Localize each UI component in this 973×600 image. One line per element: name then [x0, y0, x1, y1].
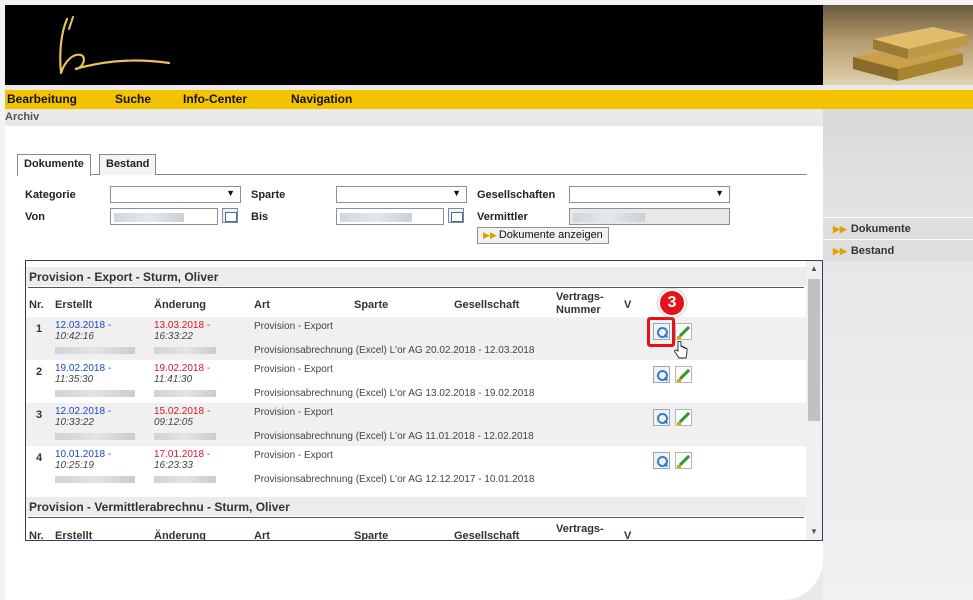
tab-dokumente[interactable]: Dokumente	[17, 154, 91, 176]
edit-document-icon[interactable]	[675, 452, 692, 469]
col-nr: Nr.	[29, 530, 44, 541]
col-aenderung: Änderung	[154, 299, 206, 311]
chevron-down-icon: ▼	[226, 188, 235, 198]
highlight-frame	[647, 317, 675, 347]
menu-info-center[interactable]: Info-Center	[183, 92, 247, 106]
bis-label: Bis	[251, 211, 269, 223]
gesellschaften-select[interactable]: ▼	[569, 186, 730, 203]
col-vertrag-2: Nummer	[556, 304, 601, 316]
scroll-down-icon[interactable]: ▼	[806, 524, 822, 540]
menu-bar: Bearbeitung Suche Info-Center Navigation	[5, 90, 973, 109]
col-nr: Nr.	[29, 299, 44, 311]
step-badge: 3	[658, 289, 686, 317]
edit-document-icon[interactable]	[675, 409, 692, 426]
breadcrumb: Archiv	[5, 111, 40, 123]
menu-navigation[interactable]: Navigation	[291, 92, 352, 106]
table-row: 1 12.03.2018 -10:42:16 13.03.2018 -16:33…	[26, 289, 806, 360]
section-header: Provision - Export - Sturm, Oliver	[26, 267, 806, 287]
document-list[interactable]: Provision - Export - Sturm, Oliver Nr. E…	[25, 260, 823, 541]
col-sparte: Sparte	[354, 530, 389, 541]
right-panel	[823, 109, 973, 600]
side-navigation: ▶▶ Dokumente ▶▶ Bestand	[823, 217, 973, 261]
vermittler-field	[569, 208, 730, 225]
col-art: Art	[254, 299, 270, 311]
scroll-up-icon[interactable]: ▲	[806, 261, 822, 277]
table-row: 3 12.02.2018 -10:33:22 15.02.2018 -09:12…	[26, 403, 806, 446]
view-document-icon[interactable]	[653, 366, 670, 383]
vermittler-label: Vermittler	[477, 211, 528, 223]
double-arrow-icon: ▶▶	[833, 224, 847, 234]
view-document-icon[interactable]	[653, 409, 670, 426]
scroll-thumb[interactable]	[808, 279, 820, 421]
view-document-icon[interactable]	[653, 452, 670, 469]
col-erstellt: Erstellt	[55, 530, 93, 541]
calendar-icon[interactable]	[222, 208, 238, 223]
sparte-select[interactable]: ▼	[336, 186, 467, 203]
calendar-icon[interactable]	[448, 208, 464, 223]
gold-bars-image	[823, 5, 973, 85]
col-erstellt: Erstellt	[55, 299, 93, 311]
table-row: 2 19.02.2018 -11:35:30 19.02.2018 -11:41…	[26, 360, 806, 403]
table-row: 4 10.01.2018 -10:25:19 17.01.2018 -16:23…	[26, 446, 806, 489]
col-vertrag-1: Vertrags-	[556, 523, 604, 535]
kategorie-label: Kategorie	[25, 189, 76, 201]
col-art: Art	[254, 530, 270, 541]
section-header: Provision - Vermittlerabrechnu - Sturm, …	[26, 497, 806, 517]
hand-cursor-icon	[674, 341, 688, 359]
double-arrow-icon: ▶▶	[833, 246, 847, 256]
von-date-input[interactable]	[110, 208, 218, 225]
gesellschaften-label: Gesellschaften	[477, 189, 556, 201]
menu-suche[interactable]: Suche	[115, 92, 151, 106]
col-gesellschaft: Gesellschaft	[454, 299, 520, 311]
header-banner	[5, 5, 823, 85]
double-arrow-icon: ▶▶	[483, 230, 497, 240]
col-v: V	[624, 299, 632, 311]
list-scrollbar[interactable]: ▲ ▼	[806, 261, 822, 540]
main-content: Dokumente Bestand Kategorie ▼ Sparte ▼ G…	[5, 126, 823, 600]
col-gesellschaft: Gesellschaft	[454, 530, 520, 541]
sidenav-dokumente[interactable]: ▶▶ Dokumente	[823, 217, 973, 239]
col-aenderung: Änderung	[154, 530, 206, 541]
col-sparte: Sparte	[354, 299, 389, 311]
edit-document-icon[interactable]	[675, 323, 692, 340]
chevron-down-icon: ▼	[452, 188, 461, 198]
company-logo	[59, 16, 171, 75]
chevron-down-icon: ▼	[715, 188, 724, 198]
menu-bearbeitung[interactable]: Bearbeitung	[7, 92, 77, 106]
dokumente-anzeigen-button[interactable]: ▶▶ Dokumente anzeigen	[477, 227, 609, 244]
sparte-label: Sparte	[251, 189, 286, 201]
col-v: V	[624, 530, 632, 541]
kategorie-select[interactable]: ▼	[110, 186, 241, 203]
von-label: Von	[25, 211, 45, 223]
tab-bestand[interactable]: Bestand	[99, 154, 157, 175]
sidenav-bestand[interactable]: ▶▶ Bestand	[823, 239, 973, 261]
app-window: Bearbeitung Suche Info-Center Navigation…	[5, 5, 973, 600]
edit-document-icon[interactable]	[675, 366, 692, 383]
col-vertrag-1: Vertrags-	[556, 291, 604, 303]
tab-bar: Dokumente Bestand	[17, 154, 807, 176]
bis-date-input[interactable]	[336, 208, 444, 225]
